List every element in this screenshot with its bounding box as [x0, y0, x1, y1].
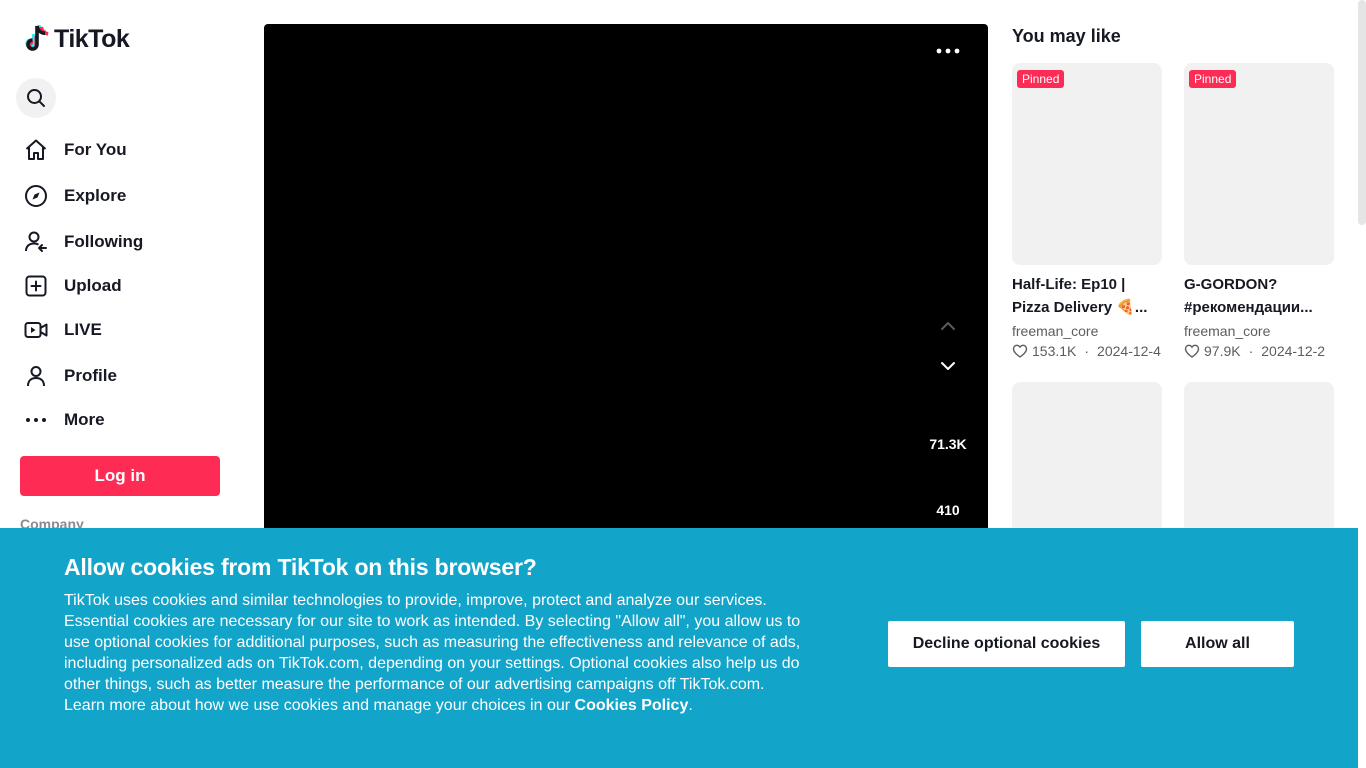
pinned-badge: Pinned	[1017, 70, 1065, 88]
nav-label: Explore	[64, 186, 127, 205]
video-date: 2024-12-4	[1097, 343, 1161, 359]
nav-item-for-you[interactable]: For You	[20, 128, 230, 172]
nav-item-live[interactable]: LIVE	[20, 308, 230, 352]
heart-icon	[1012, 344, 1028, 358]
video-thumbnail[interactable]: Pinned	[1012, 63, 1162, 265]
heart-icon	[1184, 344, 1200, 358]
you-may-like-title: You may like	[1012, 26, 1121, 46]
nav-item-following[interactable]: Following	[20, 220, 230, 264]
upload-icon	[24, 274, 48, 298]
profile-icon	[24, 364, 48, 388]
like-count[interactable]: 71.3K	[928, 436, 968, 452]
video-meta: 153.1K · 2024-12-4	[1012, 341, 1162, 361]
nav-label: More	[64, 410, 105, 429]
nav-label: Following	[64, 232, 144, 251]
scrollbar-thumb[interactable]	[1358, 0, 1366, 225]
nav-label: Upload	[64, 276, 122, 295]
video-author[interactable]: freeman_core	[1012, 321, 1162, 341]
meta-separator: ·	[1084, 343, 1090, 359]
video-title[interactable]: Half-Life: Ep10 | Pizza Delivery 🍕...	[1012, 273, 1162, 319]
compass-icon	[24, 184, 48, 208]
main-nav: For You Explore Following Upload LIVE Pr…	[20, 128, 230, 442]
video-thumbnail[interactable]: Pinned	[1184, 63, 1334, 265]
decline-optional-cookies-button[interactable]: Decline optional cookies	[888, 621, 1125, 667]
pinned-badge: Pinned	[1189, 70, 1237, 88]
cookie-body-end: .	[688, 697, 693, 714]
cookie-banner-title: Allow cookies from TikTok on this browse…	[64, 554, 537, 580]
video-meta: 97.9K · 2024-12-2	[1184, 341, 1334, 361]
more-horizontal-icon	[936, 48, 960, 54]
nav-label: For You	[64, 140, 127, 159]
more-icon	[24, 408, 48, 432]
comment-count[interactable]: 410	[928, 502, 968, 518]
video-title-line2: Pizza Delivery 🍕...	[1012, 299, 1148, 316]
nav-label: Profile	[64, 366, 117, 385]
nav-item-profile[interactable]: Profile	[20, 354, 230, 398]
chevron-up-icon	[941, 322, 955, 330]
nav-item-upload[interactable]: Upload	[20, 264, 230, 308]
chevron-down-icon	[941, 362, 955, 370]
video-title-line1: Half-Life: Ep10 |	[1012, 276, 1126, 293]
search-icon	[27, 89, 45, 107]
meta-separator: ·	[1248, 343, 1254, 359]
nav-label: LIVE	[64, 320, 102, 339]
nav-item-explore[interactable]: Explore	[20, 174, 230, 218]
tiktok-logo[interactable]: TikTok	[24, 24, 130, 54]
tiktok-logo-icon	[25, 24, 49, 51]
search-button[interactable]	[16, 78, 56, 118]
allow-all-cookies-button[interactable]: Allow all	[1141, 621, 1294, 667]
video-title-line1: G-GORDON?	[1184, 276, 1278, 293]
video-title-line2: #рекомендации...	[1184, 299, 1313, 316]
you-may-like-panel: You may like Pinned Half-Life: Ep10 | Pi…	[1012, 24, 1342, 584]
video-date: 2024-12-2	[1261, 343, 1326, 359]
login-button[interactable]: Log in	[20, 456, 220, 496]
cookie-body: TikTok uses cookies and similar technolo…	[64, 592, 801, 714]
previous-video-button[interactable]	[938, 316, 958, 336]
video-author[interactable]: freeman_core	[1184, 321, 1334, 341]
video-player[interactable]: 71.3K 410	[264, 24, 988, 544]
following-icon	[24, 230, 48, 254]
nav-item-more[interactable]: More	[20, 398, 230, 442]
video-like-count: 97.9K	[1204, 343, 1241, 359]
video-title[interactable]: G-GORDON? #рекомендации...	[1184, 273, 1334, 319]
cookie-banner-text: TikTok uses cookies and similar technolo…	[64, 590, 804, 716]
next-video-button[interactable]	[938, 356, 958, 376]
live-icon	[24, 318, 48, 342]
video-card[interactable]: Pinned Half-Life: Ep10 | Pizza Delivery …	[1012, 63, 1162, 361]
video-card[interactable]: Pinned G-GORDON? #рекомендации... freema…	[1184, 63, 1334, 361]
video-more-button[interactable]	[936, 42, 960, 60]
logo-text: TikTok	[54, 24, 130, 53]
cookie-banner: Allow cookies from TikTok on this browse…	[0, 528, 1358, 768]
video-like-count: 153.1K	[1032, 343, 1077, 359]
home-icon	[24, 138, 48, 162]
page-scrollbar[interactable]	[1358, 0, 1366, 768]
cookies-policy-link[interactable]: Cookies Policy	[575, 697, 689, 714]
